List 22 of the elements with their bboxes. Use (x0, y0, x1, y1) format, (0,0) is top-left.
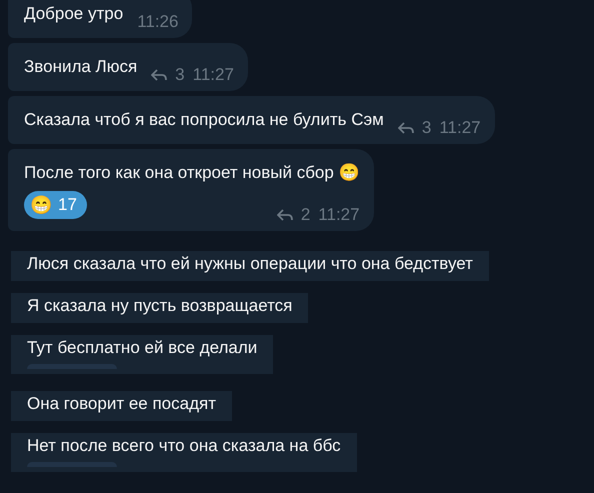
reaction-emoji: 😁 (30, 194, 52, 216)
message-time: 11:27 (318, 205, 360, 225)
reply-icon (151, 69, 168, 81)
message-text: Люся сказала что ей нужны операции что она бедствует (27, 253, 473, 275)
message-text: Я сказала ну пусть возвращается (27, 295, 292, 317)
reply-count[interactable]: 2 (300, 205, 310, 225)
message-text: Нет после всего что она сказала на ббс (27, 435, 341, 457)
message-text: Сказала чтоб я вас попросила не булить Сэм (24, 109, 384, 131)
message-time: 11:27 (192, 65, 234, 85)
message-text: Тут бесплатно ей все делали (27, 337, 258, 359)
message-time: 11:26 (137, 12, 178, 32)
message-time: 11:27 (439, 118, 481, 138)
reply-count[interactable]: 3 (422, 118, 432, 138)
reply-icon (276, 209, 293, 221)
reply-count[interactable]: 3 (175, 65, 185, 85)
message-text: Доброе утро (24, 3, 124, 25)
reaction-count: 17 (58, 195, 77, 215)
reply-icon (398, 122, 414, 134)
message-text: Звонила Люся (24, 56, 138, 78)
reaction-chip[interactable]: 😁 17 (24, 191, 87, 219)
message-text: Она говорит ее посадят (27, 393, 216, 415)
message-text: После того как она откроет новый сбор 😁 (24, 162, 360, 184)
